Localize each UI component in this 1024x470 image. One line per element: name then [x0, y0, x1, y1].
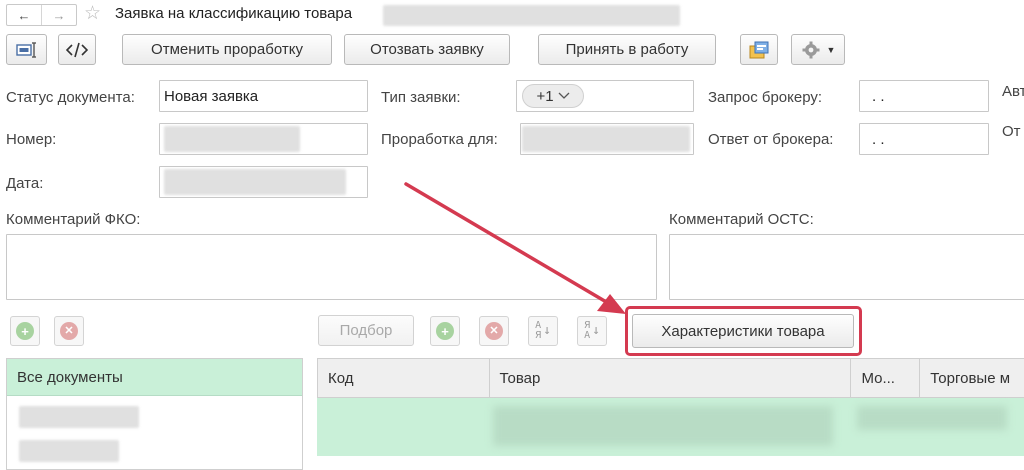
code-icon [66, 42, 88, 57]
date-field[interactable] [159, 166, 368, 198]
column-code[interactable]: Код [318, 359, 490, 397]
number-label: Номер: [6, 131, 57, 148]
table-header: Код Товар Мо... Торговые м [317, 358, 1024, 398]
all-documents-label: Все документы [17, 368, 123, 386]
chevron-down-icon [558, 92, 570, 99]
gear-icon [802, 41, 820, 58]
comment-fko-textarea[interactable] [6, 234, 657, 300]
arrow-left-icon: ← [17, 7, 31, 23]
date-redacted [164, 169, 346, 195]
row-redacted-2 [857, 406, 1007, 430]
documents-panel: Все документы [6, 358, 303, 470]
processing-for-label: Проработка для: [381, 131, 498, 148]
broker-response-date-field[interactable]: . . [859, 123, 989, 155]
sort-ascending-icon: А Я ↓ [535, 320, 551, 341]
request-type-select[interactable]: +1 [522, 84, 584, 108]
select-button[interactable]: Подбор [318, 315, 414, 346]
window-title: Заявка на классификацию товара [115, 5, 353, 22]
code-view-button[interactable] [58, 34, 96, 65]
column-trademark[interactable]: Торговые м [920, 359, 1024, 397]
report-icon [749, 41, 769, 58]
comment-ostc-label: Комментарий ОСТС: [669, 211, 814, 228]
add-row-button[interactable]: + [430, 316, 460, 346]
row-redacted [493, 406, 833, 446]
document-item-redacted-1 [19, 406, 139, 428]
sort-desc-button[interactable]: Я А ↓ [577, 316, 607, 346]
sort-asc-button[interactable]: А Я ↓ [528, 316, 558, 346]
processing-for-field[interactable] [520, 123, 694, 155]
arrow-right-icon: → [52, 7, 66, 23]
left-add-button[interactable]: + [10, 316, 40, 346]
right-label-from: От [1002, 123, 1021, 140]
comment-fko-label: Комментарий ФКО: [6, 211, 141, 228]
broker-response-label: Ответ от брокера: [708, 131, 834, 148]
document-post-icon [15, 41, 36, 58]
forward-button[interactable]: → [41, 5, 76, 25]
comment-ostc-textarea[interactable] [669, 234, 1024, 300]
all-documents-row[interactable]: Все документы [7, 359, 302, 396]
navigation-buttons: ← → [6, 4, 77, 26]
column-mo[interactable]: Мо... [851, 359, 921, 397]
dropdown-triangle-icon: ▼ [826, 44, 836, 55]
document-item-redacted-2 [19, 440, 119, 462]
recall-request-button[interactable]: Отозвать заявку [344, 34, 510, 65]
plus-icon: + [436, 322, 454, 340]
delete-icon: ✕ [485, 322, 503, 340]
report-button[interactable] [740, 34, 778, 65]
delete-icon: ✕ [60, 322, 78, 340]
star-icon[interactable]: ☆ [84, 3, 101, 25]
request-type-label: Тип заявки: [381, 89, 461, 106]
sort-descending-icon: Я А ↓ [584, 320, 600, 341]
processing-for-redacted [522, 126, 690, 152]
title-redacted [383, 5, 680, 26]
broker-request-label: Запрос брокеру: [708, 89, 823, 106]
more-actions-button[interactable]: ▼ [791, 34, 845, 65]
table-row[interactable] [317, 398, 1024, 456]
status-label: Статус документа: [6, 89, 135, 106]
delete-row-button[interactable]: ✕ [479, 316, 509, 346]
cancel-processing-button[interactable]: Отменить проработку [122, 34, 332, 65]
date-label: Дата: [6, 175, 44, 192]
status-field[interactable]: Новая заявка [159, 80, 368, 112]
post-document-button[interactable] [6, 34, 47, 65]
accept-button[interactable]: Принять в работу [538, 34, 716, 65]
number-field[interactable] [159, 123, 368, 155]
request-type-value: +1 [536, 87, 554, 105]
right-label-auto: Авт [1002, 83, 1024, 100]
column-product[interactable]: Товар [490, 359, 852, 397]
number-redacted [164, 126, 300, 152]
back-button[interactable]: ← [7, 5, 41, 25]
broker-request-date-field[interactable]: . . [859, 80, 989, 112]
left-delete-button[interactable]: ✕ [54, 316, 84, 346]
plus-icon: + [16, 322, 34, 340]
highlight-box [625, 306, 862, 356]
